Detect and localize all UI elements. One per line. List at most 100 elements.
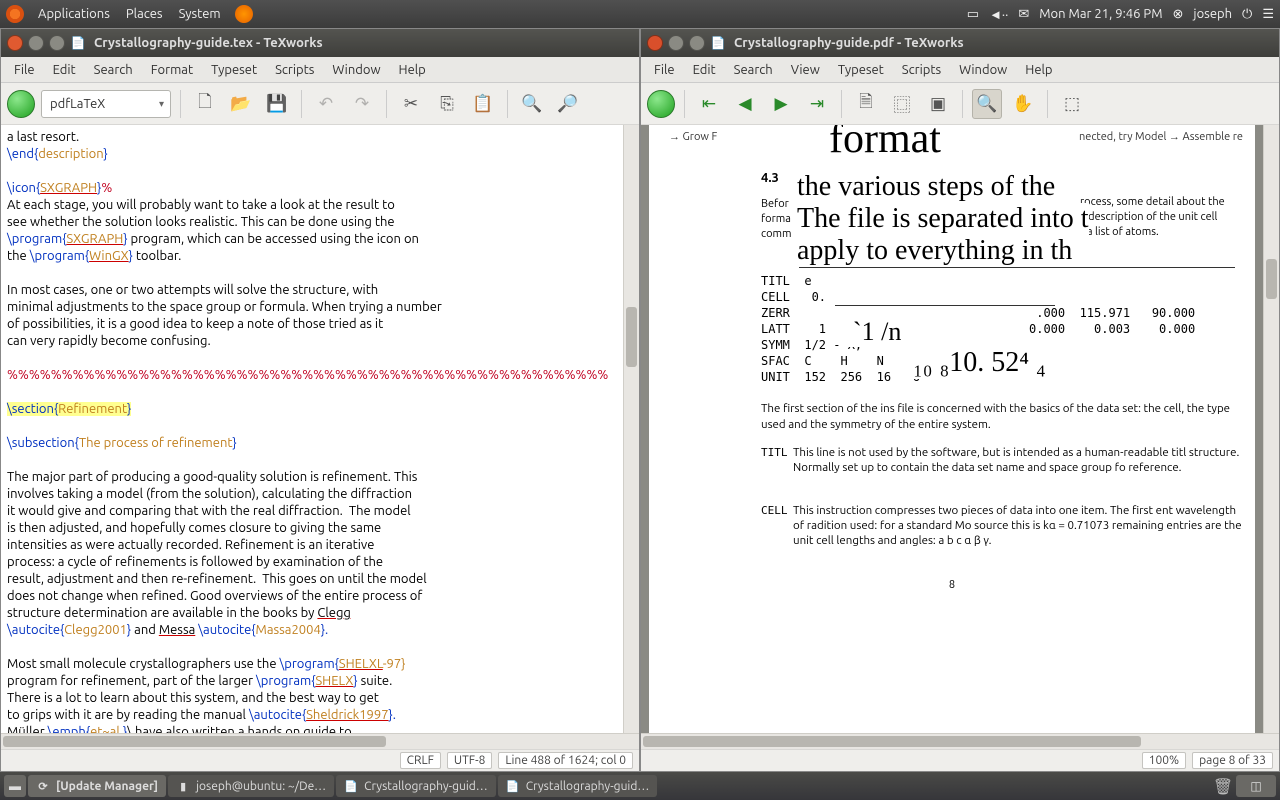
redo-icon[interactable]: ↷ bbox=[347, 89, 377, 119]
pdf-viewer-window: 📄 Crystallography-guide.pdf - TeXworks F… bbox=[640, 28, 1280, 772]
gnome-top-panel: Applications Places System ▭ ◄·· ✉ Mon M… bbox=[0, 0, 1280, 28]
cut-icon[interactable]: ✂ bbox=[396, 89, 426, 119]
accessibility-icon[interactable]: ☰ bbox=[1262, 7, 1274, 22]
show-desktop-button[interactable]: ▬ bbox=[4, 775, 26, 797]
terminal-icon: ▮ bbox=[176, 779, 190, 793]
battery-icon[interactable]: ▭ bbox=[967, 7, 979, 22]
taskbar-item[interactable]: 📄Crystallography-guid… bbox=[498, 775, 658, 797]
viewer-statusbar: 100% page 8 of 33 bbox=[641, 749, 1279, 771]
editor-vscrollbar[interactable] bbox=[623, 125, 639, 733]
magnified-text: The file is separated into t bbox=[797, 203, 1089, 235]
applications-menu[interactable]: Applications bbox=[30, 7, 118, 21]
source-editor[interactable]: a last resort. \end{description} \icon{S… bbox=[1, 125, 623, 733]
menu-scripts[interactable]: Scripts bbox=[893, 60, 950, 80]
pdf-page: → Grow Fnected, try Model → Assemble re … bbox=[649, 125, 1255, 733]
viewer-vscrollbar[interactable] bbox=[1263, 125, 1279, 733]
menu-help[interactable]: Help bbox=[1016, 60, 1061, 80]
texworks-icon: 📄 bbox=[70, 35, 86, 51]
typeset-engine-select[interactable]: pdfLaTeX bbox=[41, 90, 171, 118]
copy-icon[interactable]: ⎘ bbox=[432, 89, 462, 119]
editor-titlebar: 📄 Crystallography-guide.tex - TeXworks bbox=[1, 29, 639, 57]
actual-size-icon[interactable]: 🗎 bbox=[851, 89, 881, 119]
menu-search[interactable]: Search bbox=[725, 60, 782, 80]
gnome-bottom-panel: ▬ ⟳[Update Manager] ▮joseph@ubuntu: ~/De… bbox=[0, 772, 1280, 800]
menu-typeset[interactable]: Typeset bbox=[829, 60, 893, 80]
viewer-titlebar: 📄 Crystallography-guide.pdf - TeXworks bbox=[641, 29, 1279, 57]
trash-icon[interactable]: 🗑 bbox=[1212, 775, 1234, 797]
texworks-icon: 📄 bbox=[710, 35, 726, 51]
menu-edit[interactable]: Edit bbox=[684, 60, 725, 80]
volume-icon[interactable]: ◄·· bbox=[989, 7, 1008, 22]
replace-icon[interactable]: 🔎 bbox=[553, 89, 583, 119]
typeset-run-button[interactable] bbox=[7, 90, 35, 118]
paste-icon[interactable]: 📋 bbox=[468, 89, 498, 119]
menu-file[interactable]: File bbox=[645, 60, 684, 80]
workspace-switcher[interactable]: ◫ bbox=[1236, 775, 1276, 797]
shutdown-icon[interactable]: ⏻ bbox=[1242, 7, 1252, 22]
menu-scripts[interactable]: Scripts bbox=[266, 60, 323, 80]
fit-window-icon[interactable]: ▣ bbox=[923, 89, 953, 119]
texworks-icon: 📄 bbox=[344, 779, 358, 793]
editor-menubar: File Edit Search Format Typeset Scripts … bbox=[1, 57, 639, 83]
new-file-icon[interactable]: 🗋 bbox=[190, 89, 220, 119]
places-menu[interactable]: Places bbox=[118, 7, 171, 21]
minimize-icon[interactable] bbox=[668, 35, 684, 51]
menu-search[interactable]: Search bbox=[85, 60, 142, 80]
magnified-text: the various steps of the bbox=[797, 171, 1055, 203]
taskbar-item[interactable]: ⟳[Update Manager] bbox=[28, 775, 166, 797]
minimize-icon[interactable] bbox=[28, 35, 44, 51]
editor-toolbar: pdfLaTeX 🗋 📂 💾 ↶ ↷ ✂ ⎘ 📋 🔍 🔎 bbox=[1, 83, 639, 125]
close-icon[interactable] bbox=[647, 35, 663, 51]
user-switch-icon[interactable]: ⊗ bbox=[1173, 7, 1184, 22]
magnified-text: apply to everything in th bbox=[797, 235, 1072, 267]
save-file-icon[interactable]: 💾 bbox=[262, 89, 292, 119]
last-page-icon[interactable]: ⇥ bbox=[802, 89, 832, 119]
menu-view[interactable]: View bbox=[782, 60, 829, 80]
firefox-icon[interactable] bbox=[235, 5, 253, 23]
texworks-icon: 📄 bbox=[506, 779, 520, 793]
update-manager-icon: ⟳ bbox=[36, 779, 50, 793]
ubuntu-logo-icon bbox=[6, 5, 24, 23]
taskbar-item[interactable]: ▮joseph@ubuntu: ~/De… bbox=[168, 775, 334, 797]
open-file-icon[interactable]: 📂 bbox=[226, 89, 256, 119]
fit-width-icon[interactable]: ⿴ bbox=[887, 89, 917, 119]
editor-hscrollbar[interactable] bbox=[1, 733, 639, 749]
hand-tool-icon[interactable]: ✋ bbox=[1008, 89, 1038, 119]
magnify-icon[interactable]: 🔍 bbox=[972, 89, 1002, 119]
viewer-title: Crystallography-guide.pdf - TeXworks bbox=[734, 36, 964, 50]
close-icon[interactable] bbox=[7, 35, 23, 51]
page-indicator[interactable]: page 8 of 33 bbox=[1192, 752, 1273, 769]
menu-typeset[interactable]: Typeset bbox=[202, 60, 266, 80]
encoding-indicator[interactable]: UTF-8 bbox=[447, 752, 492, 769]
clock[interactable]: Mon Mar 21, 9:46 PM bbox=[1039, 7, 1162, 21]
first-page-icon[interactable]: ⇤ bbox=[694, 89, 724, 119]
maximize-icon[interactable] bbox=[689, 35, 705, 51]
pdf-viewport[interactable]: → Grow Fnected, try Model → Assemble re … bbox=[641, 125, 1263, 733]
cursor-position: Line 488 of 1624; col 0 bbox=[498, 752, 633, 769]
username[interactable]: joseph bbox=[1193, 7, 1232, 21]
zoom-indicator[interactable]: 100% bbox=[1142, 752, 1186, 769]
menu-edit[interactable]: Edit bbox=[44, 60, 85, 80]
system-tray: ▭ ◄·· ✉ Mon Mar 21, 9:46 PM ⊗ joseph ⏻ ☰ bbox=[967, 7, 1274, 22]
select-tool-icon[interactable]: ⬚ bbox=[1057, 89, 1087, 119]
tex-editor-window: 📄 Crystallography-guide.tex - TeXworks F… bbox=[0, 28, 640, 772]
prev-page-icon[interactable]: ◀ bbox=[730, 89, 760, 119]
eol-indicator[interactable]: CRLF bbox=[400, 752, 441, 769]
typeset-run-button[interactable] bbox=[647, 90, 675, 118]
system-menu[interactable]: System bbox=[171, 7, 229, 21]
viewer-hscrollbar[interactable] bbox=[641, 733, 1279, 749]
maximize-icon[interactable] bbox=[49, 35, 65, 51]
menu-help[interactable]: Help bbox=[390, 60, 435, 80]
menu-format[interactable]: Format bbox=[142, 60, 202, 80]
undo-icon[interactable]: ↶ bbox=[311, 89, 341, 119]
mail-icon[interactable]: ✉ bbox=[1018, 7, 1029, 22]
viewer-toolbar: ⇤ ◀ ▶ ⇥ 🗎 ⿴ ▣ 🔍 ✋ ⬚ bbox=[641, 83, 1279, 125]
page-number: 8 bbox=[649, 579, 1255, 591]
menu-window[interactable]: Window bbox=[323, 60, 389, 80]
section-heading: format bbox=[829, 125, 941, 163]
search-icon[interactable]: 🔍 bbox=[517, 89, 547, 119]
taskbar-item[interactable]: 📄Crystallography-guid… bbox=[336, 775, 496, 797]
menu-window[interactable]: Window bbox=[950, 60, 1016, 80]
menu-file[interactable]: File bbox=[5, 60, 44, 80]
next-page-icon[interactable]: ▶ bbox=[766, 89, 796, 119]
